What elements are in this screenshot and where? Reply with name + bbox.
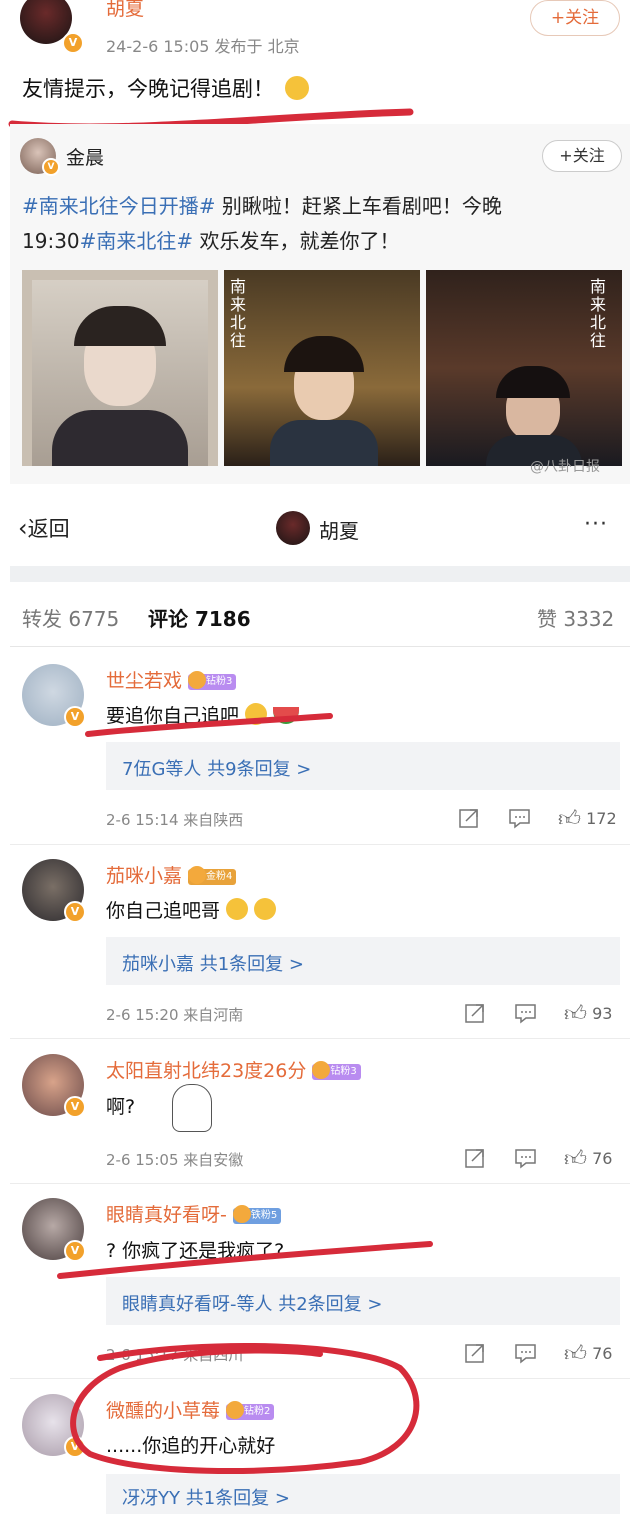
sleepy-emoji-icon: [226, 898, 249, 920]
post-image-3[interactable]: 南来北往: [426, 270, 622, 466]
comment-divider: [10, 844, 630, 845]
post-meta: 24-2-6 15:05 发布于 北京: [106, 37, 300, 56]
comment-meta: 2-6 15:05 来自安徽: [106, 1151, 244, 1169]
red-circle-annotation: [70, 1342, 420, 1475]
back-button[interactable]: ‹返回: [18, 513, 70, 543]
back-label: 返回: [27, 517, 70, 541]
comment-icon[interactable]: [514, 1147, 538, 1169]
nav-title: 胡夏: [319, 519, 359, 543]
comment-author[interactable]: 世尘若戏 钻粉3: [106, 666, 237, 693]
tab-like[interactable]: 赞 3332: [537, 603, 614, 632]
tab-comment[interactable]: 评论 7186: [148, 603, 251, 632]
follow-button[interactable]: +关注: [530, 0, 620, 36]
time-text: 19:30: [22, 229, 80, 253]
avatar[interactable]: [276, 511, 310, 545]
comment-divider: [10, 1183, 630, 1184]
reply-summary[interactable]: 茄咪小嘉 共1条回复 >: [106, 937, 620, 985]
thumb-up-icon: 👍︎: [564, 1002, 587, 1027]
comment-icon[interactable]: [514, 1002, 538, 1024]
post-image-2[interactable]: 南来北往: [224, 270, 420, 466]
quoted-text-line1: #南来北往今日开播# 别瞅啦！赶紧上车看剧吧！今晚: [22, 190, 502, 219]
tab-repost[interactable]: 转发 6775: [22, 603, 119, 632]
like-button[interactable]: 👍︎ 172: [558, 805, 617, 832]
quoted-author[interactable]: 金晨: [66, 143, 104, 170]
thumb-up-icon: 👍︎: [564, 1342, 587, 1367]
like-button[interactable]: 👍︎ 76: [564, 1145, 612, 1172]
comment-author[interactable]: 太阳直射北纬23度26分 钻粉3: [106, 1056, 361, 1083]
comment-text: 你自己追吧哥: [106, 896, 277, 923]
share-icon[interactable]: [464, 1147, 486, 1169]
fan-badge: 金粉4: [188, 865, 237, 885]
verified-icon: V: [64, 1096, 86, 1118]
follow-button[interactable]: +关注: [542, 140, 622, 172]
comment-icon[interactable]: [514, 1342, 538, 1364]
comment-meta: 2-6 15:14 来自陕西: [106, 811, 244, 829]
watermark: @八卦日报: [530, 459, 600, 475]
thumb-up-icon: 👍︎: [564, 1147, 587, 1172]
back-chevron-icon: ‹: [18, 514, 28, 542]
like-button[interactable]: 👍︎ 93: [564, 1000, 612, 1027]
sun-emoji-icon: [284, 76, 309, 100]
quoted-text-line2: 19:30#南来北往# 欢乐发车，就差你了！: [22, 225, 400, 254]
image-caption: 南来北往: [590, 277, 607, 350]
sleepy-emoji-icon: [254, 898, 277, 920]
comment-divider: [10, 1038, 630, 1039]
red-underline-annotation: [85, 713, 333, 737]
post-text-content: 友情提示，今晚记得追剧！: [22, 77, 274, 101]
post-text: 友情提示，今晚记得追剧！: [22, 73, 309, 103]
comment-meta: 2-6 15:20 来自河南: [106, 1006, 244, 1024]
reply-summary[interactable]: 冴冴YY 共1条回复 >: [106, 1474, 620, 1514]
quoted-text: 别瞅啦！赶紧上车看剧吧！今晚: [215, 194, 502, 218]
like-button[interactable]: 👍︎ 76: [564, 1340, 612, 1367]
comment-text: 啊?: [106, 1096, 136, 1118]
quoted-text: 欢乐发车，就差你了！: [193, 229, 400, 253]
post-image-1[interactable]: [22, 270, 218, 466]
share-icon[interactable]: [458, 807, 480, 829]
verified-icon: V: [64, 706, 86, 728]
verified-icon: V: [62, 32, 84, 54]
comment-icon[interactable]: [508, 807, 532, 829]
fan-badge: 钻粉3: [312, 1060, 361, 1080]
share-icon[interactable]: [464, 1342, 486, 1364]
share-icon[interactable]: [464, 1002, 486, 1024]
fan-badge: 铁粉5: [232, 1204, 282, 1224]
fan-badge: 钻粉3: [188, 670, 237, 690]
comment-author[interactable]: 眼睛真好看呀- 铁粉5: [106, 1200, 282, 1227]
verified-icon: V: [64, 901, 86, 923]
thumb-up-icon: 👍︎: [558, 807, 581, 832]
comment-author[interactable]: 茄咪小嘉 金粉4: [106, 861, 237, 888]
tabs-divider: [10, 646, 630, 647]
divider: [10, 566, 630, 582]
verified-icon: V: [42, 158, 60, 176]
topic-link[interactable]: #南来北往今日开播#: [22, 194, 216, 218]
reply-summary[interactable]: 眼睛真好看呀-等人 共2条回复 >: [106, 1277, 620, 1325]
topic-link[interactable]: #南来北往#: [80, 229, 194, 253]
sticker-image: [172, 1084, 212, 1132]
red-underline-annotation: [57, 1241, 433, 1279]
image-caption: 南来北往: [230, 277, 247, 350]
post-author[interactable]: 胡夏: [106, 0, 144, 21]
more-icon[interactable]: ···: [584, 512, 608, 537]
reply-summary[interactable]: 7伍G等人 共9条回复 >: [106, 742, 620, 790]
